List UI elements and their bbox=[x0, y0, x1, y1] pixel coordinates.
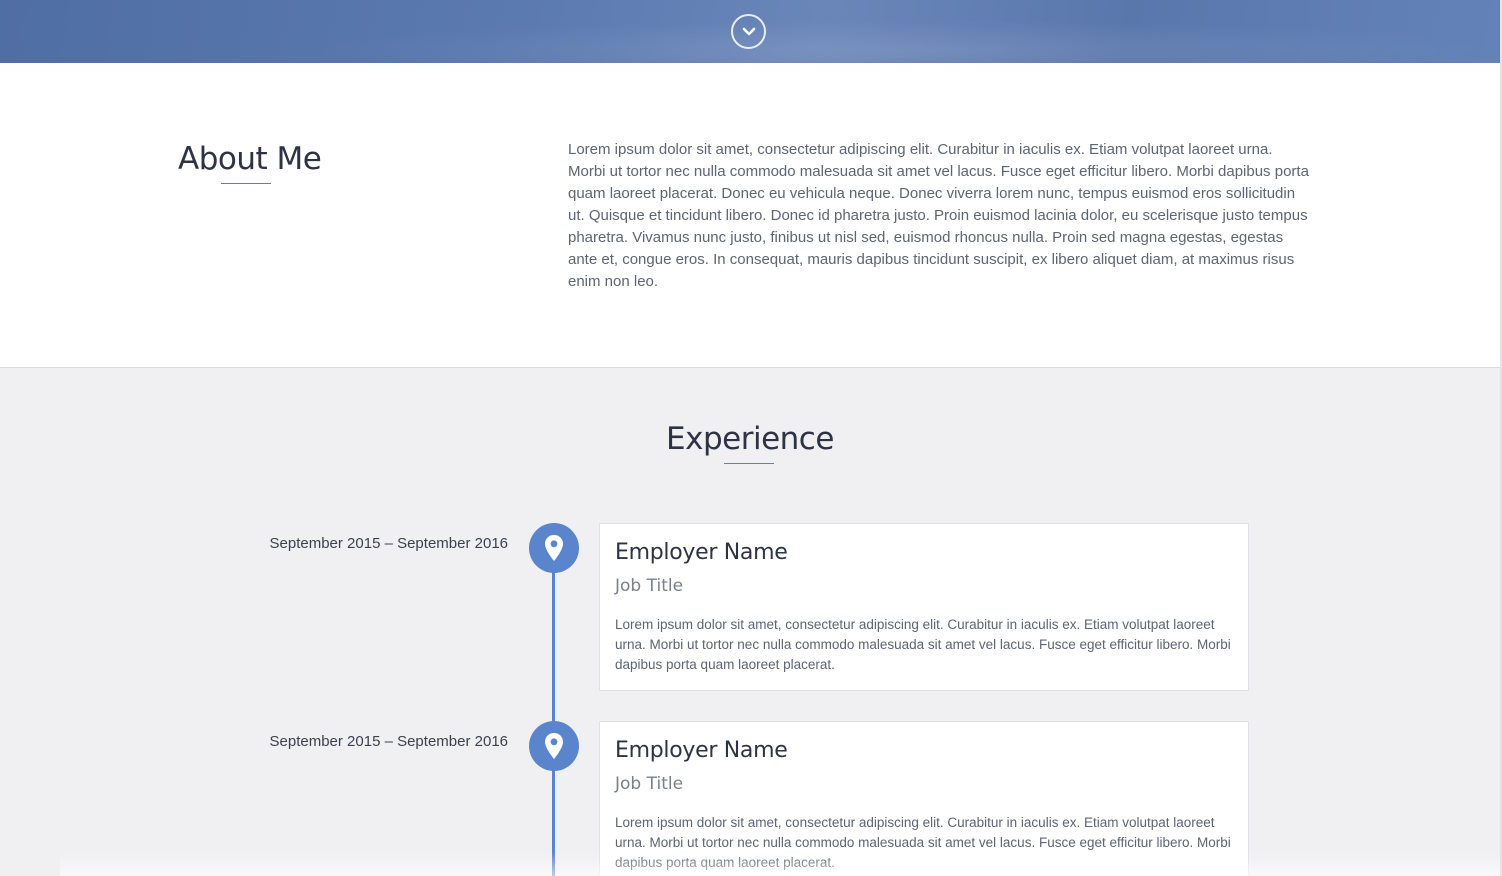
employer-name: Employer Name bbox=[615, 738, 788, 763]
chevron-down-icon bbox=[742, 27, 755, 35]
entry-date: September 2015 – September 2016 bbox=[269, 733, 509, 750]
experience-title: Experience bbox=[666, 421, 834, 457]
timeline-marker bbox=[529, 721, 579, 771]
employer-name: Employer Name bbox=[615, 540, 788, 565]
job-title: Job Title bbox=[615, 576, 684, 596]
about-section: About Me Lorem ipsum dolor sit amet, con… bbox=[0, 63, 1500, 368]
experience-card: Employer Name Job Title Lorem ipsum dolo… bbox=[599, 523, 1249, 691]
job-title: Job Title bbox=[615, 774, 684, 794]
about-title-underline bbox=[221, 183, 271, 184]
experience-title-underline bbox=[724, 463, 774, 464]
hero-banner bbox=[0, 0, 1500, 63]
experience-card: Employer Name Job Title Lorem ipsum dolo… bbox=[599, 721, 1249, 876]
about-title: About Me bbox=[178, 141, 322, 177]
job-description: Lorem ipsum dolor sit amet, consectetur … bbox=[615, 617, 1231, 672]
about-text: Lorem ipsum dolor sit amet, consectetur … bbox=[568, 141, 1309, 290]
entry-date: September 2015 – September 2016 bbox=[269, 535, 509, 552]
map-pin-icon bbox=[545, 535, 563, 561]
job-description: Lorem ipsum dolor sit amet, consectetur … bbox=[615, 815, 1231, 870]
map-pin-icon bbox=[545, 733, 563, 759]
scroll-down-button[interactable] bbox=[731, 14, 766, 49]
timeline-marker bbox=[529, 523, 579, 573]
